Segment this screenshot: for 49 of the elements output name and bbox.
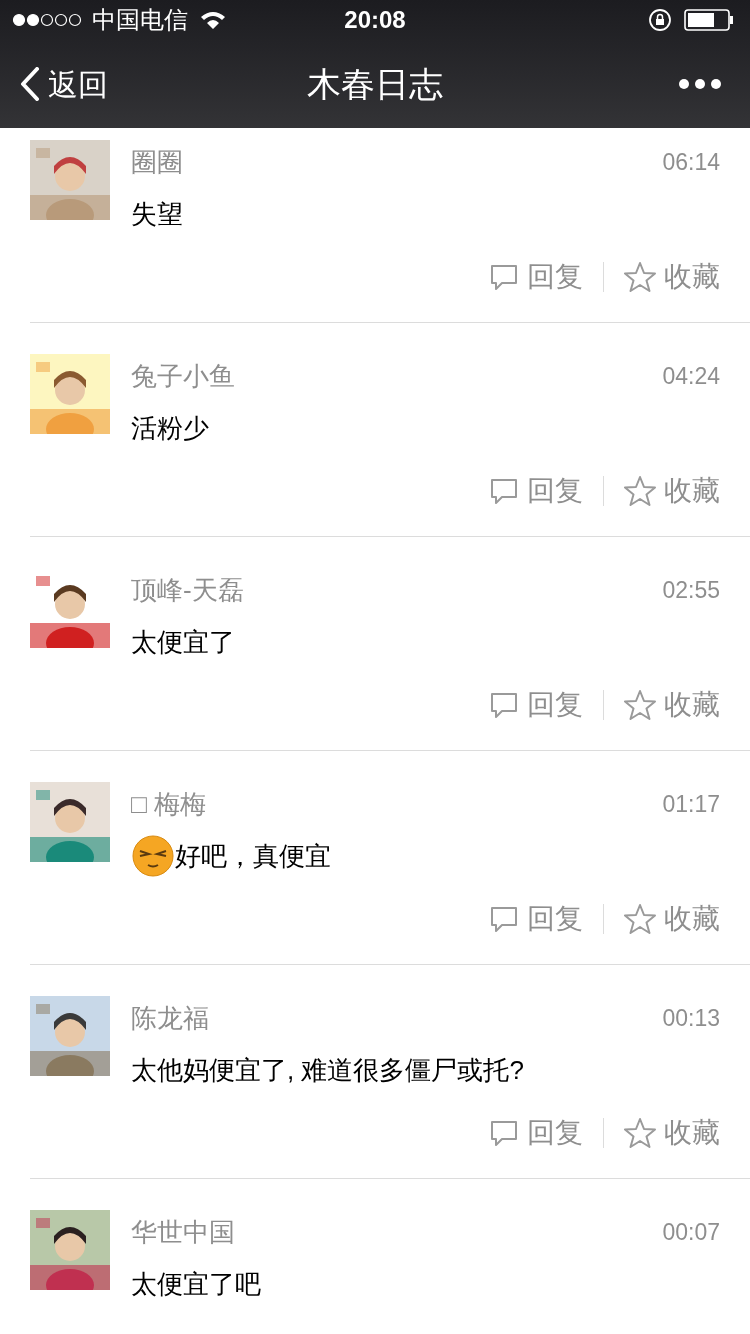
commenter-name: □ 梅梅 (131, 787, 206, 821)
commenter-name: 顶峰-天磊 (131, 573, 244, 607)
speech-bubble-icon (489, 904, 519, 934)
more-icon (678, 78, 722, 90)
back-button[interactable]: 返回 (20, 61, 108, 107)
status-time: 20:08 (344, 5, 406, 35)
comment-time: 00:13 (662, 1003, 720, 1033)
comment-time: 00:07 (662, 1217, 720, 1247)
page-title: 木春日志 (307, 63, 443, 105)
commenter-name: 兔子小鱼 (131, 359, 235, 393)
chevron-left-icon (20, 67, 40, 101)
rotation-lock-icon (648, 8, 672, 32)
speech-bubble-icon (489, 262, 519, 292)
reply-button[interactable]: 回复 (489, 898, 583, 940)
comment-text: 太便宜了吧 (131, 1267, 261, 1301)
comment-time: 02:55 (662, 575, 720, 605)
battery-icon (684, 9, 734, 31)
comment-text: 失望 (131, 197, 183, 231)
speech-bubble-icon (489, 690, 519, 720)
emoji-icon (131, 834, 175, 878)
comment-text: 太便宜了 (131, 625, 235, 659)
carrier-name: 中国电信 (92, 5, 188, 35)
wifi-icon (200, 10, 226, 30)
favorite-button[interactable]: 收藏 (624, 1112, 720, 1154)
signal-icon (12, 13, 84, 27)
commenter-name: 圈圈 (131, 145, 183, 179)
favorite-button[interactable]: 收藏 (624, 898, 720, 940)
star-icon (624, 689, 656, 721)
favorite-button[interactable]: 收藏 (624, 256, 720, 298)
commenter-name: 陈龙福 (131, 1001, 209, 1035)
star-icon (624, 903, 656, 935)
favorite-button[interactable]: 收藏 (624, 470, 720, 512)
reply-button[interactable]: 回复 (489, 256, 583, 298)
reply-button[interactable]: 回复 (489, 470, 583, 512)
comment-time: 01:17 (662, 789, 720, 819)
favorite-button[interactable]: 收藏 (624, 684, 720, 726)
reply-button[interactable]: 回复 (489, 1112, 583, 1154)
reply-button[interactable]: 回复 (489, 684, 583, 726)
commenter-name: 华世中国 (131, 1215, 235, 1249)
star-icon (624, 261, 656, 293)
star-icon (624, 475, 656, 507)
speech-bubble-icon (489, 476, 519, 506)
comment-time: 06:14 (662, 147, 720, 177)
comment-text: 好吧，真便宜 (175, 839, 331, 873)
star-icon (624, 1117, 656, 1149)
comment-time: 04:24 (662, 361, 720, 391)
speech-bubble-icon (489, 1118, 519, 1148)
comment-text: 活粉少 (131, 411, 209, 445)
comment-text: 太他妈便宜了, 难道很多僵尸或托? (131, 1053, 524, 1087)
